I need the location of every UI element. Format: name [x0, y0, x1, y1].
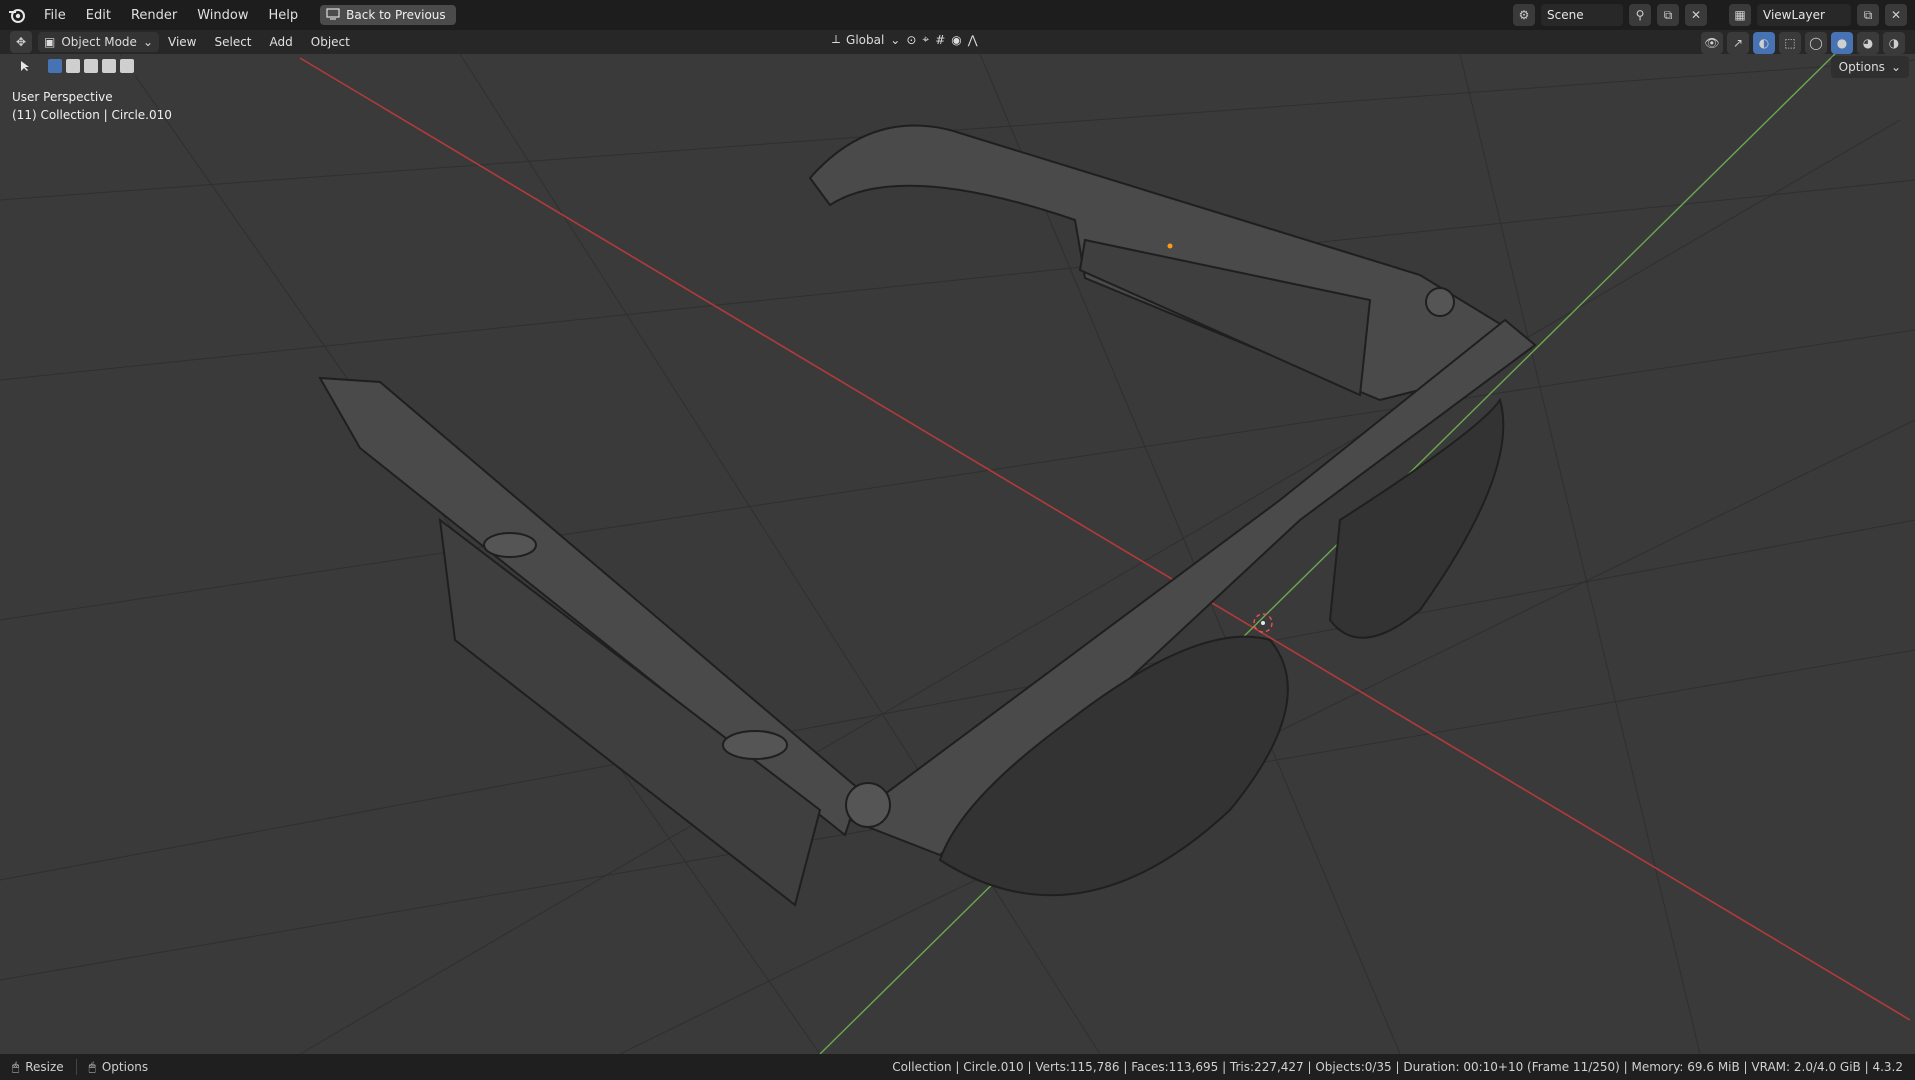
collection-label: (11) Collection | Circle.010: [12, 108, 172, 122]
viewlayer-label: ViewLayer: [1763, 8, 1825, 22]
close-scene-icon[interactable]: ✕: [1685, 4, 1707, 26]
pin-icon[interactable]: ⚲: [1629, 4, 1651, 26]
viewport-header: ✥ ▣ Object Mode ⌄ View Select Add Object…: [0, 30, 1915, 54]
menu-file[interactable]: File: [34, 8, 76, 23]
status-options: Options: [101, 1060, 149, 1074]
select-tool-icon[interactable]: [14, 56, 36, 76]
new-scene-icon[interactable]: ⧉: [1657, 4, 1679, 26]
viewport-scene: [0, 54, 1915, 1054]
viewlayer-field[interactable]: ViewLayer: [1757, 4, 1851, 26]
menu-select[interactable]: Select: [205, 35, 260, 49]
close-viewlayer-icon[interactable]: ✕: [1885, 4, 1907, 26]
orientation-dropdown[interactable]: Global: [846, 33, 884, 47]
scene-type-icon[interactable]: ⚙: [1513, 4, 1535, 26]
back-to-previous-label: Back to Previous: [346, 8, 446, 22]
grid: [0, 54, 1915, 1054]
object-origin-dot: [1167, 243, 1173, 249]
viewport-shading-tools: 👁 ↗ ◐ ⬚ ◯ ● ◕ ◑: [1701, 32, 1905, 54]
menu-edit[interactable]: Edit: [76, 8, 121, 23]
select-extend-icon[interactable]: [66, 59, 80, 73]
pivot-icon[interactable]: ⊙: [906, 33, 916, 47]
options-dropdown[interactable]: Options ⌄: [1830, 56, 1909, 78]
wireframe-shading-icon[interactable]: ◯: [1805, 32, 1827, 54]
proportional-edit-icon[interactable]: ◉: [951, 33, 961, 47]
menu-add[interactable]: Add: [261, 35, 302, 49]
options-label: Options: [1838, 60, 1885, 74]
chevron-down-icon: ⌄: [142, 35, 153, 49]
y-axis-line: [819, 54, 1836, 1054]
scene-field[interactable]: Scene: [1541, 4, 1623, 26]
top-menu-bar: File Edit Render Window Help Back to Pre…: [0, 0, 1915, 30]
perspective-label: User Perspective: [12, 90, 113, 104]
viewlayer-icon[interactable]: ▦: [1729, 4, 1751, 26]
chevron-down-icon: ⌄: [890, 32, 901, 47]
mouse-left-icon: 🖱: [12, 1059, 20, 1074]
scene-viewlayer-area: ⚙ Scene ⚲ ⧉ ✕ ▦ ViewLayer ⧉ ✕: [1513, 4, 1907, 26]
viewport-toolbar: [14, 56, 138, 76]
viewport-info: User Perspective (11) Collection | Circl…: [12, 88, 172, 124]
object-mode-icon: ▣: [44, 35, 56, 49]
chevron-down-icon: ⌄: [1890, 60, 1901, 74]
new-viewlayer-icon[interactable]: ⧉: [1857, 4, 1879, 26]
scene-label: Scene: [1547, 8, 1584, 22]
select-invert-icon[interactable]: [102, 59, 116, 73]
transform-tools: ⟂ Global ⌄ ⊙ ⌖ # ◉ ⋀: [832, 32, 978, 47]
select-intersect-icon[interactable]: [120, 59, 134, 73]
xray-icon[interactable]: ⬚: [1779, 32, 1801, 54]
solid-shading-icon[interactable]: ●: [1831, 32, 1853, 54]
overlay-icon[interactable]: ◐: [1753, 32, 1775, 54]
orientation-icon: ⟂: [832, 32, 841, 46]
menu-render[interactable]: Render: [121, 8, 187, 23]
3d-viewport[interactable]: [0, 54, 1915, 1054]
screen-icon: [326, 7, 340, 23]
status-stats: Collection | Circle.010 | Verts:115,786 …: [892, 1060, 1903, 1074]
glasses-model[interactable]: [318, 124, 1537, 907]
select-new-icon[interactable]: [48, 59, 62, 73]
falloff-icon[interactable]: ⋀: [968, 33, 978, 47]
snap-grid-icon[interactable]: #: [935, 33, 945, 47]
status-bar: 🖱 Resize 🖱 Options Collection | Circle.0…: [0, 1054, 1915, 1080]
gizmo-icon[interactable]: ↗: [1727, 32, 1749, 54]
back-to-previous-button[interactable]: Back to Previous: [320, 5, 456, 25]
editor-type-icon[interactable]: ✥: [10, 31, 32, 53]
divider: [75, 1059, 77, 1075]
blender-logo-icon[interactable]: [0, 0, 34, 30]
mouse-right-icon: 🖱: [88, 1059, 96, 1074]
object-mode-dropdown[interactable]: ▣ Object Mode ⌄: [38, 32, 159, 52]
snap-icon[interactable]: ⌖: [922, 32, 929, 47]
status-left: 🖱 Resize 🖱 Options: [12, 1059, 148, 1075]
status-resize: Resize: [25, 1060, 64, 1074]
menu-window[interactable]: Window: [187, 8, 258, 23]
material-shading-icon[interactable]: ◕: [1857, 32, 1879, 54]
object-mode-label: Object Mode: [61, 35, 137, 49]
visibility-icon[interactable]: 👁: [1701, 32, 1723, 54]
menu-view[interactable]: View: [159, 35, 205, 49]
menu-object[interactable]: Object: [302, 35, 359, 49]
select-subtract-icon[interactable]: [84, 59, 98, 73]
menu-help[interactable]: Help: [259, 8, 309, 23]
selection-mode-group: [44, 56, 138, 76]
rendered-shading-icon[interactable]: ◑: [1883, 32, 1905, 54]
